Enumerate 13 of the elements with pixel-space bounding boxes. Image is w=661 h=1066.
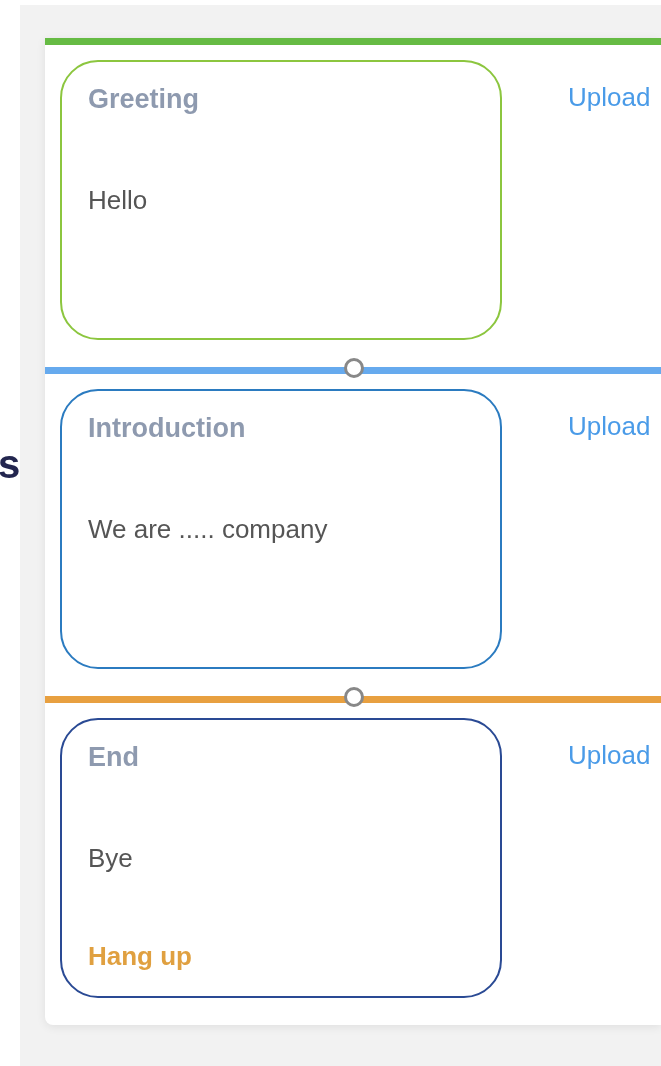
- step-title: Introduction: [88, 412, 247, 445]
- step-title: Greeting: [88, 83, 201, 116]
- step-message: Bye: [88, 842, 134, 874]
- action-label: Hang up: [88, 940, 193, 972]
- step-message: We are ..... company: [88, 513, 329, 545]
- connector-handle[interactable]: [344, 687, 364, 707]
- side-label: s: [0, 441, 21, 488]
- step-card[interactable]: Greeting Hello: [60, 60, 502, 340]
- step-message: Hello: [88, 184, 149, 216]
- step-card[interactable]: End Bye Hang up: [60, 718, 502, 998]
- step-title: End: [88, 741, 140, 774]
- step-card[interactable]: Introduction We are ..... company: [60, 389, 502, 669]
- connector-handle[interactable]: [344, 358, 364, 378]
